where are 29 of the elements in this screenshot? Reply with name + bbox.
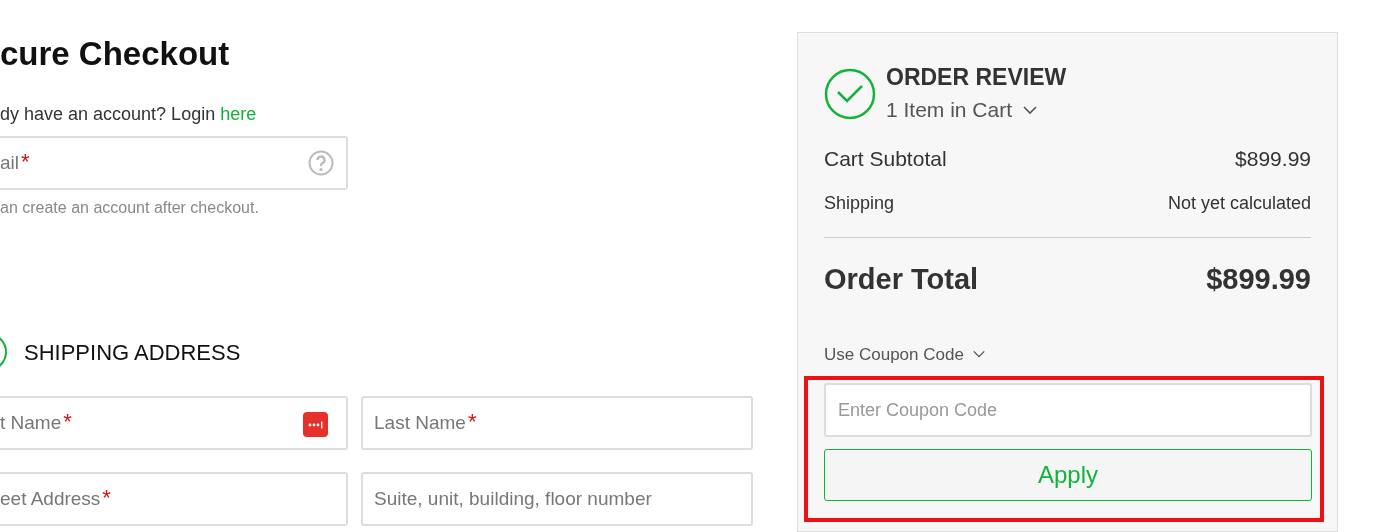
summary-value: $899.99 xyxy=(1235,145,1311,172)
chevron-down-icon[interactable] xyxy=(971,349,986,360)
summary-label: Shipping xyxy=(824,191,895,215)
apply-button[interactable]: Apply xyxy=(824,449,1312,501)
required-asterisk: * xyxy=(21,147,30,176)
check-circle-icon xyxy=(824,68,876,120)
password-manager-icon[interactable] xyxy=(303,412,328,437)
summary-label: Order Total xyxy=(824,261,979,297)
chevron-down-icon[interactable] xyxy=(1022,104,1039,115)
section-title: SHIPPING ADDRESS xyxy=(24,338,241,367)
input-field[interactable]: ail* xyxy=(0,136,348,190)
required-asterisk: * xyxy=(467,407,477,436)
field-hint: an create an account after checkout. xyxy=(0,198,260,218)
cart-dropdown[interactable]: 1 Item in Cart xyxy=(886,94,1039,126)
summary-value: $899.99 xyxy=(1206,261,1311,297)
panel-title: ORDER REVIEW xyxy=(886,63,1067,91)
summary-label: Cart Subtotal xyxy=(824,145,947,172)
input-field[interactable]: eet Address* xyxy=(0,472,348,526)
summary-value: Not yet calculated xyxy=(1167,191,1311,215)
required-asterisk: * xyxy=(63,407,72,436)
coupon-input[interactable]: Enter Coupon Code xyxy=(824,383,1312,437)
login-link[interactable]: here xyxy=(220,104,257,124)
input-field[interactable]: t Name* xyxy=(0,396,348,450)
input-field[interactable]: Last Name* xyxy=(361,396,753,450)
page-title: cure Checkout xyxy=(0,34,231,74)
login-prompt: dy have an account? Login here xyxy=(0,103,258,126)
input-field[interactable]: Suite, unit, building, floor number xyxy=(361,472,753,526)
required-asterisk: * xyxy=(102,483,111,512)
coupon-toggle[interactable]: Use Coupon Code xyxy=(824,341,986,367)
